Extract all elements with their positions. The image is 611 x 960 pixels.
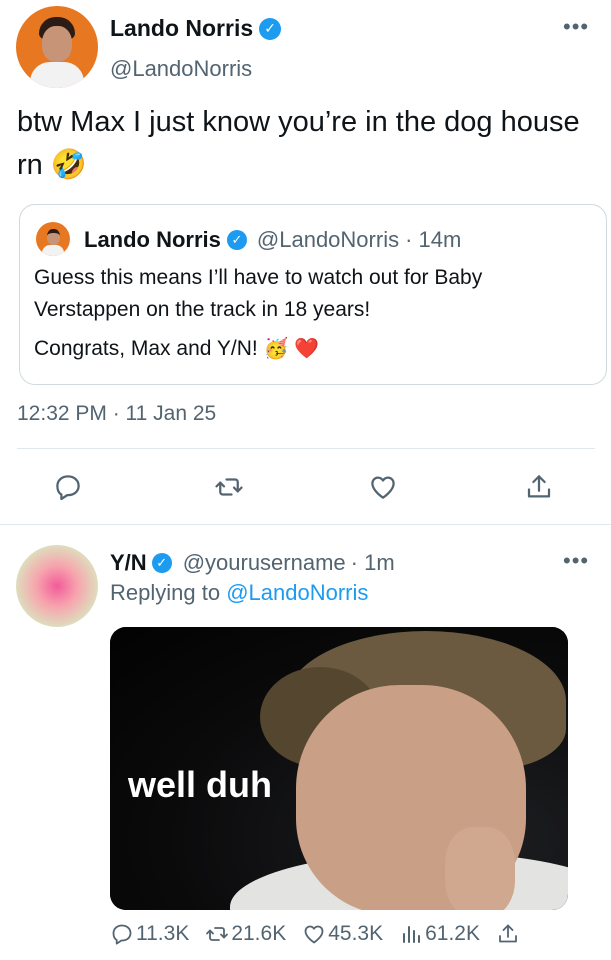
quoted-author-name: Lando Norris (84, 227, 221, 252)
reply-count-button[interactable]: 11.3K (110, 922, 189, 946)
quoted-tweet-text: Guess this means I’ll have to watch out … (34, 262, 594, 365)
reply-stats-bar: 11.3K 21.6K 45.3K 61.2K (110, 922, 536, 946)
views-count-button[interactable]: 61.2K (399, 922, 480, 946)
more-horizontal-icon[interactable]: ••• (563, 548, 589, 574)
retweet-icon (206, 927, 229, 941)
analytics-icon (403, 926, 421, 943)
replying-to-prefix: Replying to (110, 580, 221, 605)
reply-share-button[interactable] (496, 922, 520, 946)
reply-header: Y/N ✓ @yourusername · 1m (110, 550, 395, 576)
like-count-button[interactable]: 45.3K (302, 922, 383, 946)
quoted-author-handle: @LandoNorris (256, 227, 400, 252)
thread-divider (0, 524, 611, 525)
avatar-face (42, 26, 72, 62)
quoted-tweet-age: · 14m (405, 227, 462, 252)
author-name[interactable]: Lando Norris (110, 15, 253, 42)
reply-media-image[interactable]: well duh (110, 627, 568, 910)
quoted-tweet-line-2: Congrats, Max and Y/N! 🥳 ❤️ (34, 333, 594, 365)
author-avatar[interactable] (16, 6, 98, 88)
quoted-author-avatar (36, 222, 70, 256)
quoted-tweet-congrats: Congrats, Max and Y/N! (34, 337, 258, 360)
reply-author-avatar[interactable] (16, 545, 98, 627)
replying-to-line: Replying to @LandoNorris (110, 580, 368, 606)
verified-badge-icon: ✓ (259, 17, 282, 40)
media-hand (445, 827, 515, 910)
retweet-icon[interactable] (212, 470, 246, 504)
views-count: 61.2K (425, 922, 480, 945)
quoted-avatar-shirt (42, 245, 64, 256)
reply-author-handle[interactable]: @yourusername (183, 550, 346, 576)
tweet-timestamp[interactable]: 12:32 PM · 11 Jan 25 (17, 402, 216, 426)
reply-author-name[interactable]: Y/N (110, 550, 147, 576)
share-icon[interactable] (522, 470, 556, 504)
retweet-count-button[interactable]: 21.6K (205, 922, 286, 946)
share-icon (499, 924, 517, 943)
verified-badge-icon: ✓ (226, 230, 247, 250)
heart-icon[interactable] (366, 470, 400, 504)
divider (17, 448, 595, 449)
media-caption: well duh (128, 764, 272, 805)
verified-badge-icon: ✓ (151, 553, 172, 573)
party-heart-emoji: 🥳 ❤️ (263, 338, 319, 361)
replying-to-mention[interactable]: @LandoNorris (226, 580, 368, 605)
avatar-shirt (30, 62, 84, 88)
quoted-tweet-line-1: Guess this means I’ll have to watch out … (34, 266, 483, 321)
quoted-avatar-face (47, 229, 60, 245)
reply-age: · 1m (350, 550, 395, 575)
quoted-tweet-header: Lando Norris ✓ @LandoNorris · 14m (84, 227, 461, 253)
author-handle[interactable]: @LandoNorris (110, 56, 252, 82)
reply-icon[interactable] (51, 470, 85, 504)
reply-count: 11.3K (136, 922, 190, 945)
like-count: 45.3K (328, 922, 384, 945)
retweet-count: 21.6K (231, 922, 287, 945)
reply-icon (112, 924, 132, 945)
author-name-row[interactable]: Lando Norris ✓ (110, 15, 282, 42)
heart-icon (304, 925, 324, 944)
quoted-tweet-card[interactable]: Lando Norris ✓ @LandoNorris · 14m Guess … (19, 204, 607, 385)
tweet-text: btw Max I just know you’re in the dog ho… (17, 106, 580, 181)
more-horizontal-icon[interactable]: ••• (563, 14, 589, 40)
